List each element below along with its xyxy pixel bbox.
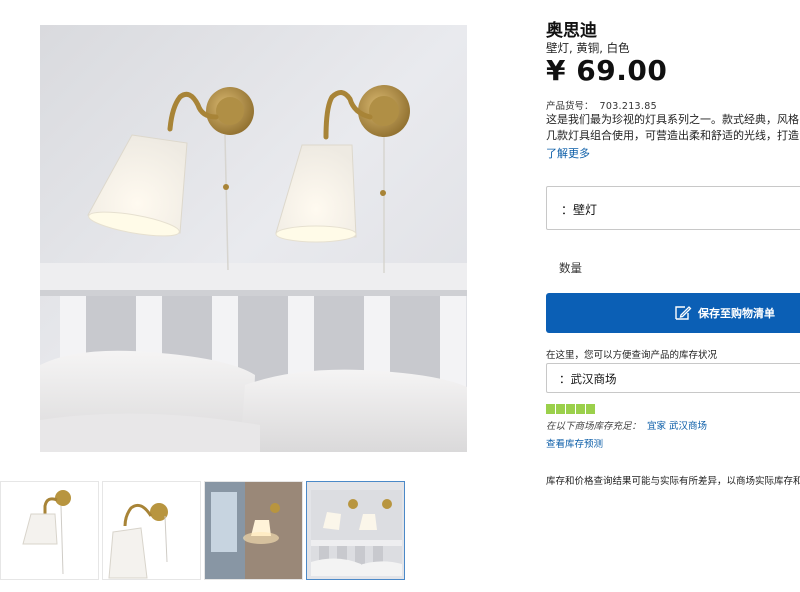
- stock-store-link[interactable]: 宜家 武汉商场: [647, 421, 707, 432]
- thumbnail-lamp-white-background[interactable]: [0, 481, 99, 580]
- description-line: 几款灯具组合使用，可营造出柔和舒适的光线，打造: [546, 129, 799, 142]
- stock-level-segment: [586, 404, 595, 414]
- product-type-select[interactable]: ：壁灯: [546, 186, 800, 230]
- product-info-panel: 奥思迪 壁灯, 黄铜, 白色 ¥ 69.00 产品货号： 703.213.85 这…: [546, 0, 800, 592]
- stock-level-segment: [556, 404, 565, 414]
- main-product-image[interactable]: [40, 25, 467, 452]
- stock-status-row: 在以下商场库存充足： 宜家 武汉商场: [546, 418, 707, 432]
- save-to-shopping-list-button[interactable]: 保存至购物清单: [546, 293, 800, 333]
- product-price: ¥ 69.00: [546, 54, 668, 87]
- stock-check-hint: 在这里，您可以方便查询产品的库存状况: [546, 350, 718, 361]
- stock-level-indicator: [546, 404, 596, 414]
- thumbnail-strip: [0, 481, 410, 580]
- read-more-link[interactable]: 了解更多: [546, 145, 590, 161]
- stock-level-segment: [566, 404, 575, 414]
- edit-list-icon: [675, 306, 692, 320]
- stock-disclaimer: 库存和价格查询结果可能与实际有所差异，以商场实际库存和: [546, 476, 800, 487]
- thumbnail-two-lamps-over-bed[interactable]: [306, 481, 405, 580]
- thumbnail-lamp-side-view[interactable]: [102, 481, 201, 580]
- product-title: 奥思迪: [546, 21, 597, 41]
- description-line: 这是我们最为珍视的灯具系列之一。款式经典，风格: [546, 113, 799, 126]
- stock-level-segment: [546, 404, 555, 414]
- article-number-row: 产品货号： 703.213.85: [546, 98, 657, 112]
- stock-forecast-link[interactable]: 查看库存预测: [546, 436, 603, 450]
- thumbnail-lamp-in-room[interactable]: [204, 481, 303, 580]
- product-description: 这是我们最为珍视的灯具系列之一。款式经典，风格 几款灯具组合使用，可营造出柔和舒…: [546, 112, 800, 144]
- article-number: 703.213.85: [599, 101, 657, 112]
- store-select[interactable]: ：武汉商场: [546, 363, 800, 393]
- stock-level-segment: [576, 404, 585, 414]
- save-button-label: 保存至购物清单: [698, 307, 775, 320]
- article-number-label: 产品货号：: [546, 101, 594, 112]
- quantity-label: 数量: [559, 261, 582, 275]
- stock-status-label: 在以下商场库存充足：: [546, 421, 642, 432]
